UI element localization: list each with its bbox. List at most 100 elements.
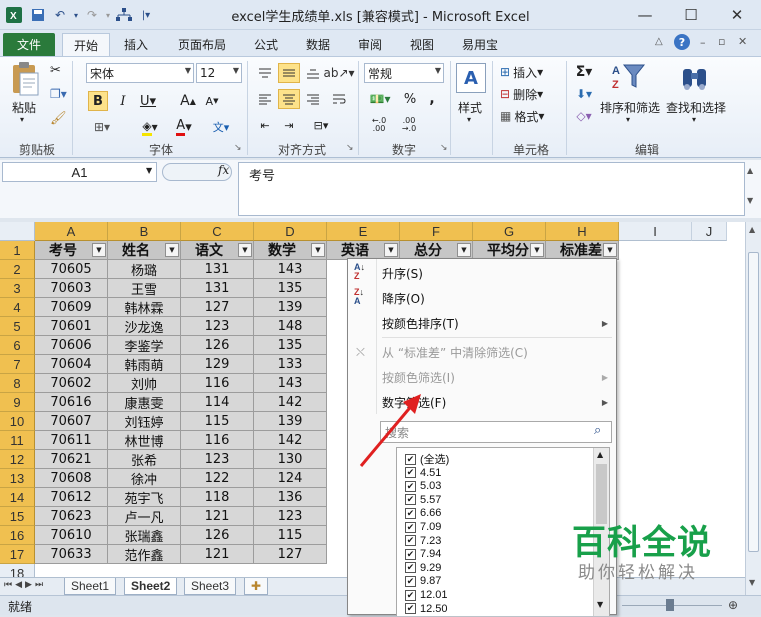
- row-header[interactable]: 10: [0, 412, 35, 431]
- row-header[interactable]: 16: [0, 526, 35, 545]
- row-header[interactable]: 14: [0, 488, 35, 507]
- tab-insert[interactable]: 插入: [114, 33, 158, 56]
- filter-value-item[interactable]: ✔ 9.87: [405, 574, 441, 588]
- window-minimize-icon[interactable]: –: [700, 36, 706, 49]
- table-cell[interactable]: 70606: [35, 336, 108, 355]
- insert-function-icon[interactable]: fx: [218, 163, 229, 177]
- window-restore-icon[interactable]: ▫: [718, 35, 725, 48]
- font-color-icon[interactable]: A ▾: [170, 117, 198, 137]
- filter-value-item[interactable]: ✔ 7.09: [405, 520, 441, 534]
- sheet-tab-2[interactable]: Sheet2: [124, 578, 178, 595]
- filter-dropdown-button[interactable]: ▼: [530, 243, 544, 257]
- table-cell[interactable]: 张希: [108, 450, 181, 469]
- table-cell[interactable]: 127: [254, 545, 327, 564]
- filter-value-item[interactable]: ✔ 5.57: [405, 493, 441, 507]
- table-cell[interactable]: 徐冲: [108, 469, 181, 488]
- align-left-icon[interactable]: [254, 89, 276, 109]
- table-cell[interactable]: 康惠雯: [108, 393, 181, 412]
- filter-dropdown-button[interactable]: ▼: [311, 243, 325, 257]
- table-cell[interactable]: 135: [254, 279, 327, 298]
- table-cell[interactable]: 70608: [35, 469, 108, 488]
- table-cell[interactable]: 115: [181, 412, 254, 431]
- table-cell[interactable]: 70621: [35, 450, 108, 469]
- table-cell[interactable]: 70612: [35, 488, 108, 507]
- tab-formulas[interactable]: 公式: [244, 33, 288, 56]
- table-cell[interactable]: 苑宇飞: [108, 488, 181, 507]
- paste-button[interactable]: 粘贴: [12, 99, 36, 116]
- zoom-in-icon[interactable]: ⊕: [728, 598, 738, 612]
- insert-cells-button[interactable]: ⊞ 插入 ▾: [500, 63, 543, 81]
- scroll-up-icon[interactable]: ▲: [597, 450, 603, 459]
- table-cell[interactable]: 131: [181, 279, 254, 298]
- row-header[interactable]: 7: [0, 355, 35, 374]
- table-cell[interactable]: 139: [254, 298, 327, 317]
- filter-dropdown-button[interactable]: ▼: [165, 243, 179, 257]
- styles-button[interactable]: 样式: [458, 99, 482, 116]
- filter-dropdown-button[interactable]: ▼: [92, 243, 106, 257]
- filter-value-item[interactable]: ✔ 12.50: [405, 602, 448, 616]
- font-name-select[interactable]: 宋体 ▼: [86, 63, 194, 83]
- checkbox-checked-icon[interactable]: ✔: [405, 548, 416, 560]
- increase-decimal-icon[interactable]: ←.0.00: [366, 115, 392, 135]
- header-cell[interactable]: 姓名 ▼: [108, 241, 181, 260]
- table-cell[interactable]: 121: [181, 545, 254, 564]
- row-header[interactable]: 12: [0, 450, 35, 469]
- filter-value-item[interactable]: ✔ 5.03: [405, 479, 441, 493]
- paste-icon[interactable]: [8, 61, 42, 97]
- autosum-icon[interactable]: Σ▾: [572, 63, 596, 81]
- font-grow-icon[interactable]: A ▲: [178, 91, 198, 111]
- italic-icon[interactable]: I: [114, 91, 132, 111]
- sort-filter-icon[interactable]: AZ: [612, 61, 646, 95]
- table-cell[interactable]: 143: [254, 260, 327, 279]
- cut-icon[interactable]: ✂: [50, 63, 61, 78]
- row-header[interactable]: 15: [0, 507, 35, 526]
- find-select-button[interactable]: 查找和选择: [666, 99, 726, 116]
- tab-data[interactable]: 数据: [296, 33, 340, 56]
- window-close-icon[interactable]: ✕: [738, 35, 747, 48]
- dialog-launcher-icon[interactable]: ↘: [234, 143, 242, 153]
- table-cell[interactable]: 张瑞鑫: [108, 526, 181, 545]
- name-box[interactable]: A1: [2, 162, 157, 182]
- filter-value-item[interactable]: ✔ 9.29: [405, 561, 441, 575]
- column-header[interactable]: H: [546, 222, 619, 241]
- align-top-icon[interactable]: [254, 63, 276, 83]
- column-header[interactable]: J: [692, 222, 727, 241]
- merge-center-icon[interactable]: ⊟▾: [306, 115, 336, 135]
- table-cell[interactable]: 刘帅: [108, 374, 181, 393]
- column-header[interactable]: A: [35, 222, 108, 241]
- table-cell[interactable]: 139: [254, 412, 327, 431]
- row-header[interactable]: 18: [0, 564, 35, 577]
- filter-dropdown-button[interactable]: ▼: [238, 243, 252, 257]
- row-header[interactable]: 13: [0, 469, 35, 488]
- orientation-icon[interactable]: ab↗▾: [323, 63, 354, 83]
- table-cell[interactable]: 70605: [35, 260, 108, 279]
- chevron-down-icon[interactable]: ▼: [146, 166, 152, 175]
- menu-sort-ascending[interactable]: 升序(S): [382, 262, 423, 284]
- accounting-format-icon[interactable]: 💵▾: [366, 89, 394, 109]
- table-cell[interactable]: 李鉴学: [108, 336, 181, 355]
- column-header[interactable]: B: [108, 222, 181, 241]
- tab-view[interactable]: 视图: [400, 33, 444, 56]
- number-format-select[interactable]: 常规 ▼: [364, 63, 444, 83]
- table-cell[interactable]: 148: [254, 317, 327, 336]
- find-select-dropdown-icon[interactable]: ▾: [692, 115, 696, 124]
- comma-style-icon[interactable]: ,: [422, 89, 442, 109]
- table-cell[interactable]: 133: [254, 355, 327, 374]
- table-cell[interactable]: 70603: [35, 279, 108, 298]
- column-header[interactable]: F: [400, 222, 473, 241]
- tab-page-layout[interactable]: 页面布局: [168, 33, 236, 56]
- sheet-tab-1[interactable]: Sheet1: [64, 578, 117, 595]
- table-cell[interactable]: 121: [181, 507, 254, 526]
- bold-icon[interactable]: B: [88, 91, 108, 111]
- column-header[interactable]: D: [254, 222, 327, 241]
- search-icon[interactable]: ⌕: [594, 423, 601, 438]
- table-cell[interactable]: 130: [254, 450, 327, 469]
- help-icon[interactable]: ?: [674, 34, 690, 50]
- ribbon-minimize-icon[interactable]: △: [655, 36, 663, 47]
- checkbox-checked-icon[interactable]: ✔: [405, 480, 416, 492]
- formula-input[interactable]: 考号: [238, 162, 745, 216]
- scroll-up-icon[interactable]: ▲: [747, 166, 753, 175]
- table-cell[interactable]: 韩林霖: [108, 298, 181, 317]
- table-cell[interactable]: 131: [181, 260, 254, 279]
- header-cell[interactable]: 数学 ▼: [254, 241, 327, 260]
